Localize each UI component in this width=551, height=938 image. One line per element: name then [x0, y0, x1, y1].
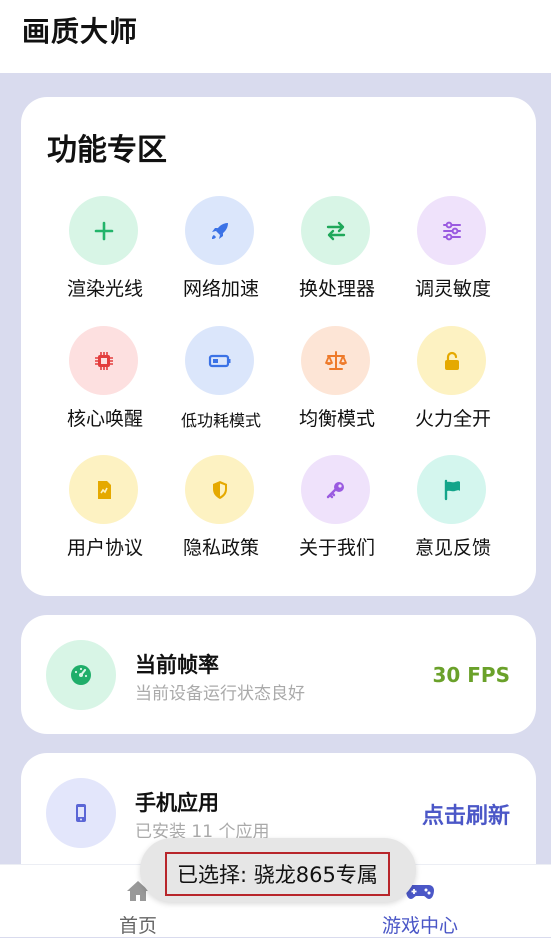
feature-render-light[interactable]: 渲染光线 — [47, 196, 163, 306]
shield-icon — [185, 455, 254, 524]
features-heading: 功能专区 — [47, 133, 167, 168]
fps-card[interactable]: 当前帧率 当前设备运行状态良好 30 FPS — [21, 615, 536, 734]
plus-icon — [69, 196, 138, 265]
feature-balanced[interactable]: 均衡模式 — [279, 326, 395, 436]
feature-label: 用户协议 — [66, 537, 143, 559]
features-card: 功能专区 渲染光线 网络加速 换处理器 调灵敏度 核心唤醒 低功耗模式 均衡模式… — [21, 97, 536, 596]
feature-label: 核心唤醒 — [66, 408, 143, 430]
feature-label: 意见反馈 — [414, 537, 491, 559]
selection-toast: 已选择: 骁龙865专属 — [140, 838, 416, 902]
refresh-button[interactable]: 点击刷新 — [422, 798, 510, 830]
document-icon — [69, 455, 138, 524]
feature-full-power[interactable]: 火力全开 — [395, 326, 511, 436]
feature-label: 隐私政策 — [182, 537, 259, 559]
feature-sensitivity[interactable]: 调灵敏度 — [395, 196, 511, 306]
nav-home-label: 首页 — [118, 915, 157, 937]
unlock-icon — [417, 326, 486, 395]
scale-icon — [301, 326, 370, 395]
feature-label: 火力全开 — [414, 408, 491, 430]
swap-arrows-icon — [301, 196, 370, 265]
toast-text: 已选择: 骁龙865专属 — [165, 852, 390, 896]
feature-about-us[interactable]: 关于我们 — [279, 455, 395, 565]
feature-label: 换处理器 — [298, 278, 375, 300]
fps-value: 30 FPS — [432, 663, 510, 687]
key-icon — [301, 455, 370, 524]
apps-title: 手机应用 — [135, 791, 219, 815]
gauge-icon — [46, 640, 116, 710]
feature-label: 均衡模式 — [298, 408, 375, 430]
phone-icon — [46, 778, 116, 848]
chip-icon — [69, 326, 138, 395]
feature-privacy[interactable]: 隐私政策 — [163, 455, 279, 565]
page-title: 画质大师 — [22, 15, 139, 48]
fps-title: 当前帧率 — [135, 653, 219, 677]
feature-low-power[interactable]: 低功耗模式 — [163, 326, 279, 436]
nav-game-center-label: 游戏中心 — [381, 915, 458, 937]
feature-network-boost[interactable]: 网络加速 — [163, 196, 279, 306]
feature-label: 网络加速 — [182, 278, 259, 300]
feature-feedback[interactable]: 意见反馈 — [395, 455, 511, 565]
feature-label: 渲染光线 — [66, 278, 143, 300]
feature-label: 关于我们 — [298, 537, 375, 559]
feature-label: 低功耗模式 — [180, 411, 261, 430]
feature-core-wake[interactable]: 核心唤醒 — [47, 326, 163, 436]
feature-label: 调灵敏度 — [414, 278, 491, 300]
app-header: 画质大师 — [0, 0, 551, 73]
feature-switch-processor[interactable]: 换处理器 — [279, 196, 395, 306]
feature-user-agreement[interactable]: 用户协议 — [47, 455, 163, 565]
flag-icon — [417, 455, 486, 524]
fps-subtitle: 当前设备运行状态良好 — [135, 684, 305, 704]
battery-icon — [185, 326, 254, 395]
rocket-icon — [185, 196, 254, 265]
sliders-icon — [417, 196, 486, 265]
